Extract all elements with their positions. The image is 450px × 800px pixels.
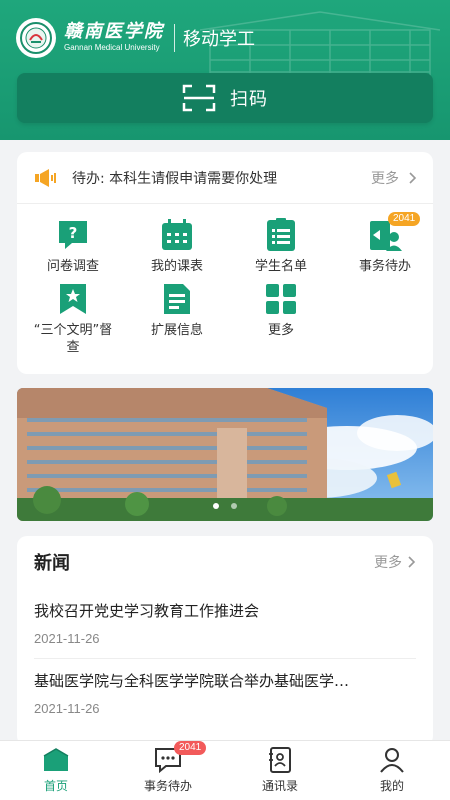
grid-label: 我的课表 (150, 259, 203, 274)
tab-label: 我的 (379, 779, 404, 793)
news-more-label: 更多 (374, 555, 402, 571)
school-logo (16, 18, 56, 58)
grid-item-timetable[interactable]: 我的课表 (125, 218, 229, 275)
grid-item-more[interactable]: 更多 (229, 282, 333, 339)
scan-button[interactable]: 扫码 (17, 73, 433, 123)
banner-dot[interactable] (230, 503, 237, 509)
document-icon (164, 284, 190, 314)
grid-label: 扩展信息 (150, 323, 203, 338)
grid-item-questionnaire[interactable]: ? 问卷调查 (21, 218, 125, 275)
grid-label: 事务待办 (358, 259, 411, 274)
news-item[interactable]: 基础医学院与全科医学学院联合举办基础医学… 2021-11-26 (34, 670, 424, 716)
tab-affairs[interactable]: 2041 事务待办 (112, 741, 224, 794)
grid-more-icon (266, 284, 296, 314)
grid-item-affairs[interactable]: 2041 事务待办 (333, 212, 437, 275)
grid-label: 学生名单 (254, 259, 307, 274)
scan-icon (182, 84, 216, 112)
banner-dots (17, 494, 433, 513)
news-headline: 基础医学院与全科医学学院联合举办基础医学… (34, 672, 350, 690)
speaker-icon (35, 168, 56, 187)
more-label: 更多 (371, 170, 399, 187)
contacts-icon (269, 747, 291, 773)
user-icon (380, 748, 404, 773)
news-header: 新闻 更多 (34, 550, 416, 574)
svg-text:?: ? (69, 224, 78, 242)
news-more-link[interactable]: 更多 (374, 552, 416, 572)
notice-more-link[interactable]: 更多 (371, 168, 417, 188)
news-card: 新闻 更多 我校召开党史学习教育工作推进会 2021-11-26 基础医学院与全… (17, 536, 433, 746)
news-date: 2021-11-26 (34, 701, 100, 716)
chevron-right-icon (408, 556, 416, 568)
app-header: 赣南医学院 Gannan Medical University 移动学工 扫码 (0, 0, 450, 140)
tab-home[interactable]: 首页 (0, 747, 112, 794)
grid-item-extended-info[interactable]: 扩展信息 (125, 282, 229, 339)
functions-card: 待办: 本科生请假申请需要你处理 更多 ? 问卷调查 我的课表 学生名单 204… (17, 152, 433, 374)
app-title: 移动学工 (183, 29, 255, 50)
school-name-en: Gannan Medical University (64, 43, 160, 52)
todo-notice[interactable]: 待办: 本科生请假申请需要你处理 更多 (17, 152, 433, 204)
affairs-badge: 2041 (388, 212, 421, 226)
chevron-right-icon (409, 171, 417, 184)
grid-label: 问卷调查 (46, 259, 99, 274)
news-divider (34, 658, 416, 659)
campus-banner[interactable] (17, 388, 433, 521)
scan-label: 扫码 (230, 89, 268, 110)
logo-row: 赣南医学院 Gannan Medical University 移动学工 (16, 18, 255, 58)
news-headline: 我校召开党史学习教育工作推进会 (34, 602, 260, 620)
home-icon (43, 748, 69, 771)
banner-dot-active[interactable] (213, 503, 220, 509)
list-icon (267, 218, 295, 251)
tab-badge: 2041 (174, 741, 207, 755)
news-date: 2021-11-26 (34, 631, 100, 646)
grid-label: “三个文明”督查 (33, 323, 113, 355)
grid-item-inspection[interactable]: “三个文明”督查 (21, 282, 125, 356)
grid-label: 更多 (267, 323, 294, 338)
bottom-tab-bar: 首页 2041 事务待办 通讯录 我的 (0, 740, 450, 800)
news-item[interactable]: 我校召开党史学习教育工作推进会 2021-11-26 (34, 600, 424, 646)
bookmark-star-icon (60, 284, 86, 314)
notice-text: 待办: 本科生请假申请需要你处理 (72, 170, 278, 187)
calendar-icon (162, 219, 192, 250)
grid-item-student-list[interactable]: 学生名单 (229, 218, 333, 275)
tab-contacts[interactable]: 通讯录 (224, 747, 336, 794)
tab-mine[interactable]: 我的 (336, 747, 448, 794)
tab-label: 首页 (43, 779, 68, 793)
news-title: 新闻 (34, 553, 70, 574)
school-name-cn: 赣南医学院 (64, 21, 164, 42)
questionnaire-icon: ? (59, 221, 87, 249)
tab-label: 通讯录 (261, 779, 298, 793)
tab-label: 事务待办 (143, 779, 192, 793)
logo-divider (174, 24, 175, 52)
